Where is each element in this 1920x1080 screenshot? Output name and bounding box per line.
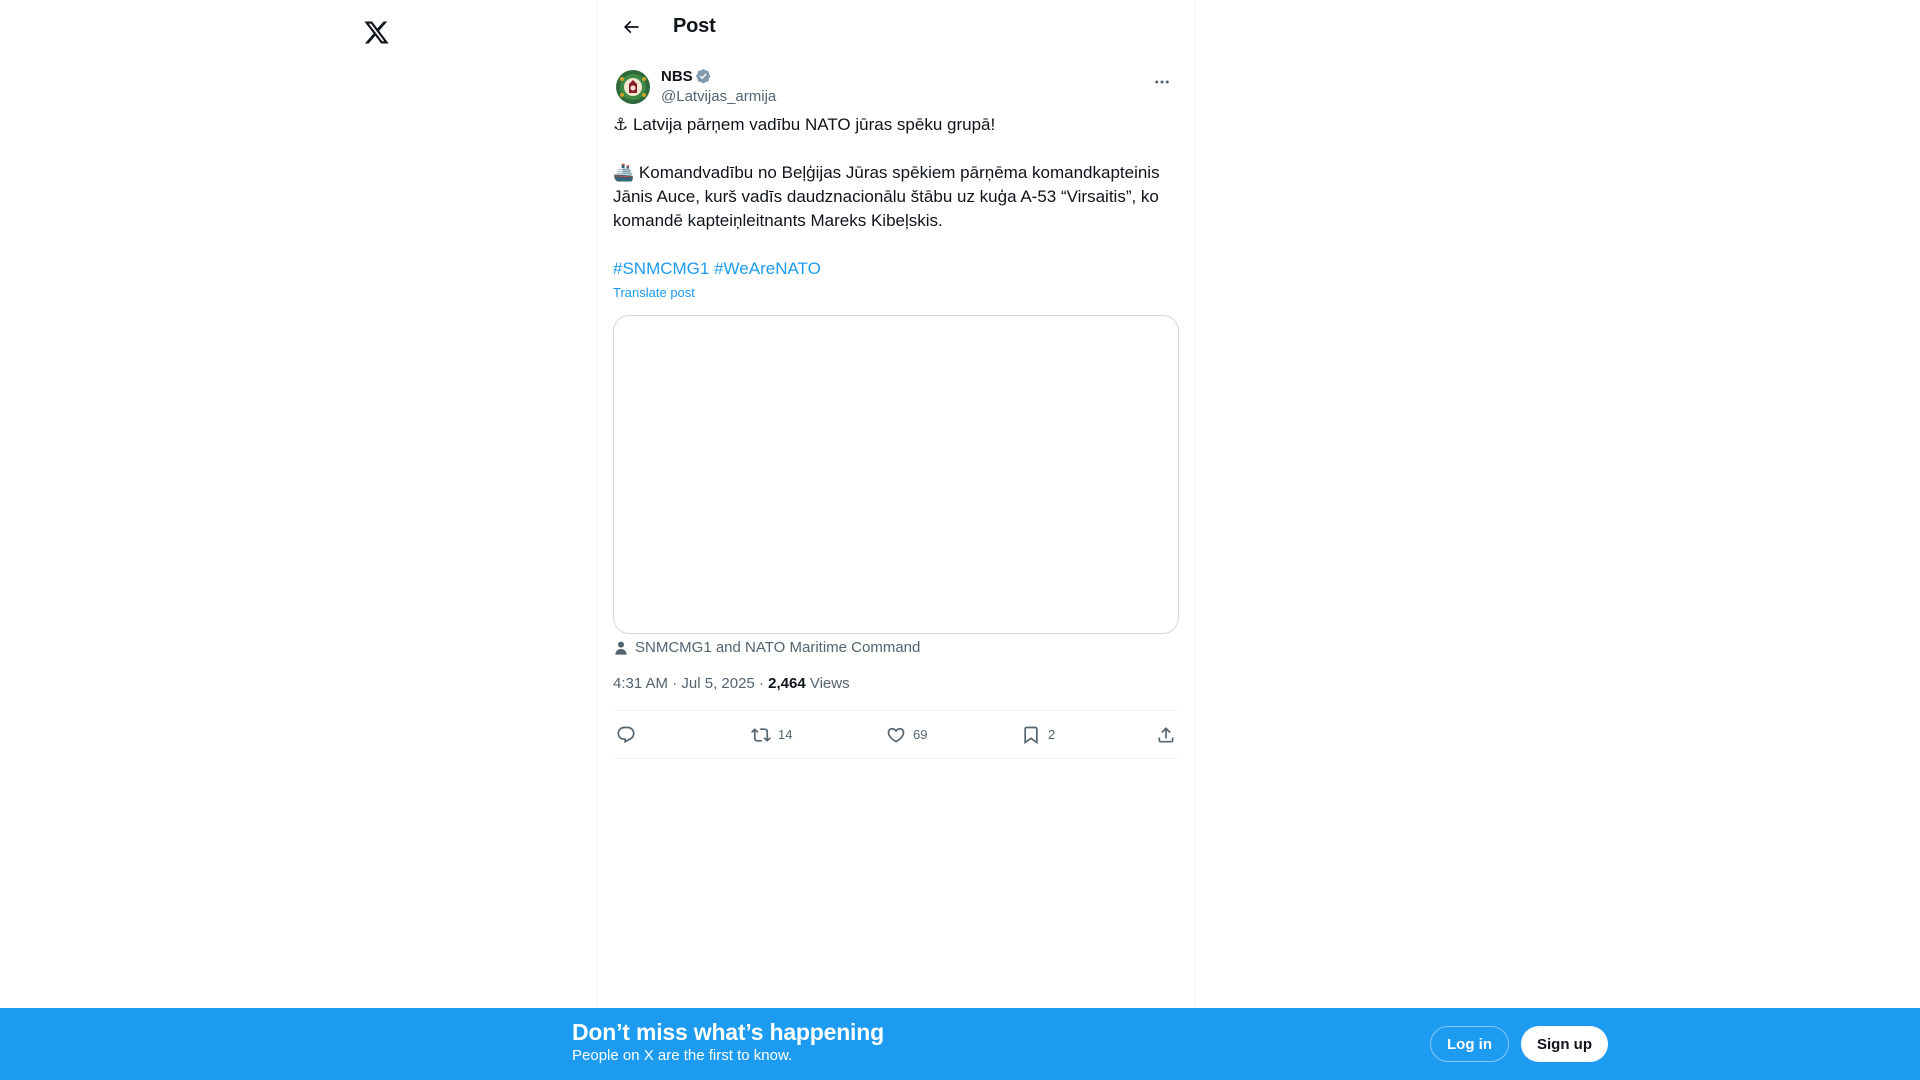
tagged-users-text: SNMCMG1 and NATO Maritime Command	[635, 639, 921, 656]
more-button[interactable]	[1145, 65, 1179, 99]
media-card[interactable]	[613, 315, 1179, 634]
post-time[interactable]: 4:31 AM	[613, 675, 668, 692]
like-button[interactable]: 69	[885, 724, 945, 746]
tagged-users[interactable]: SNMCMG1 and NATO Maritime Command	[613, 638, 1179, 658]
post-line-1-text: Latvija pārņem vadību NATO jūras spēku g…	[628, 115, 996, 134]
banner-headline: Don’t miss what’s happening	[572, 1019, 884, 1045]
views-label: Views	[809, 675, 850, 692]
page-title: Post	[673, 15, 716, 37]
banner-subtext: People on X are the first to know.	[572, 1047, 793, 1064]
display-name[interactable]: NBS	[661, 67, 693, 87]
main-column: Post NBS @Latvijas_armija ⚓ Latvija pārņ…	[596, 0, 1196, 1080]
bookmark-button[interactable]: 2	[1020, 724, 1080, 746]
banner-buttons: Log in Sign up	[1430, 1026, 1608, 1062]
back-button[interactable]	[613, 9, 649, 45]
banner-text: Don’t miss what’s happening People on X …	[572, 1018, 884, 1066]
views-count: 2,464	[768, 675, 806, 692]
repost-count: 14	[778, 727, 793, 742]
arrow-left-icon	[623, 20, 639, 33]
reply-icon	[615, 724, 637, 746]
hashtag-wearenato[interactable]: #WeAreNATO	[714, 259, 821, 278]
bookmark-icon	[1020, 724, 1042, 746]
share-button[interactable]	[1155, 724, 1177, 746]
post-paragraph-2: 🚢 Komandvadību no Beļģijas Jūras spēkiem…	[613, 161, 1179, 233]
translate-post-link[interactable]: Translate post	[613, 285, 695, 301]
repost-button[interactable]: 14	[750, 724, 810, 746]
signup-button[interactable]: Sign up	[1521, 1026, 1608, 1062]
verified-badge-icon	[695, 68, 713, 86]
share-icon	[1155, 724, 1177, 746]
more-dots-icon	[1155, 80, 1169, 84]
heart-icon	[885, 724, 907, 746]
x-logo-icon[interactable]	[354, 10, 398, 54]
post-meta: 4:31 AM · Jul 5, 2025 · 2,464 Views	[613, 674, 1179, 711]
page-header: Post	[597, 0, 1195, 53]
post-actions: 14 69 2	[613, 711, 1179, 759]
reply-button[interactable]	[615, 724, 675, 746]
post-text: ⚓ Latvija pārņem vadību NATO jūras spēku…	[613, 113, 1179, 281]
post-paragraph-2-text: Komandvadību no Beļģijas Jūras spēkiem p…	[613, 163, 1165, 230]
author-names: NBS @Latvijas_armija	[661, 65, 776, 107]
login-button[interactable]: Log in	[1430, 1026, 1509, 1062]
hashtag-snmcmg1[interactable]: #SNMCMG1	[613, 259, 709, 278]
avatar[interactable]	[613, 67, 653, 107]
ship-emoji-icon: 🚢	[613, 163, 635, 183]
author-row: NBS @Latvijas_armija	[613, 65, 1179, 113]
person-icon	[613, 640, 629, 656]
anchor-emoji-icon: ⚓	[613, 115, 629, 135]
like-count: 69	[913, 727, 928, 742]
left-nav	[340, 0, 596, 1080]
post: NBS @Latvijas_armija ⚓ Latvija pārņem va…	[597, 53, 1195, 759]
bookmark-count: 2	[1048, 727, 1056, 742]
post-hashtags: #SNMCMG1 #WeAreNATO	[613, 257, 1179, 281]
repost-icon	[750, 724, 772, 746]
signup-banner: Don’t miss what’s happening People on X …	[0, 1008, 1920, 1080]
post-line-1: ⚓ Latvija pārņem vadību NATO jūras spēku…	[613, 113, 1179, 137]
display-name-row: NBS	[661, 67, 776, 87]
author-handle[interactable]: @Latvijas_armija	[661, 87, 776, 107]
app-root: Post NBS @Latvijas_armija ⚓ Latvija pārņ…	[0, 0, 1920, 1080]
post-date[interactable]: Jul 5, 2025	[681, 675, 754, 692]
